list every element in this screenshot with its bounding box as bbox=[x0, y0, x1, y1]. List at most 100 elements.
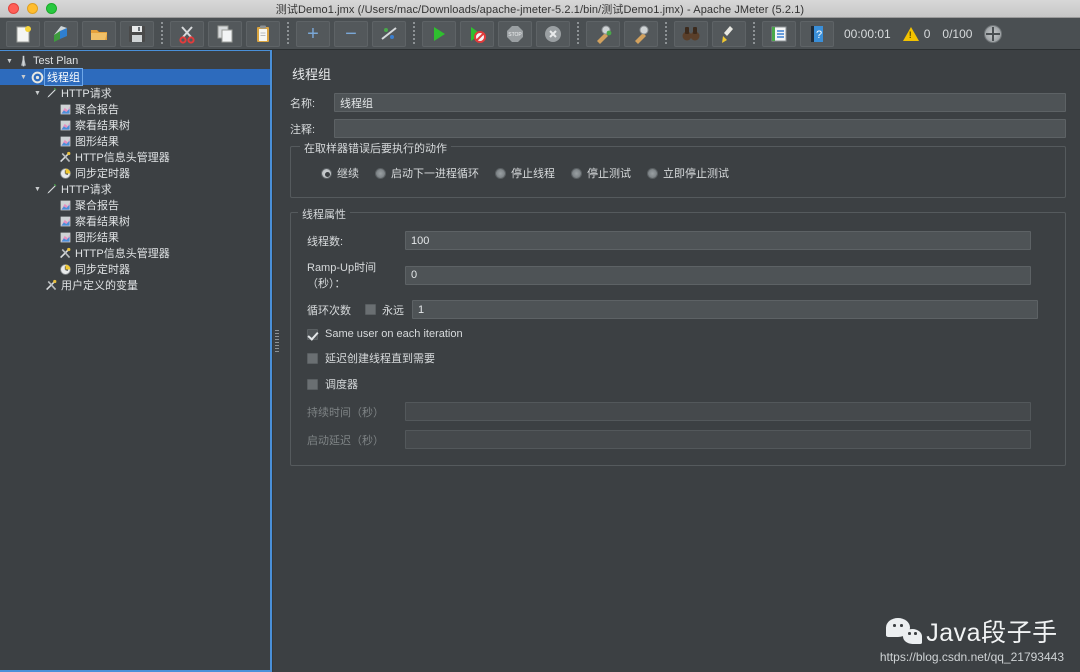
reset-search-button[interactable] bbox=[712, 20, 746, 47]
paste-button[interactable] bbox=[246, 20, 280, 47]
name-row: 名称: bbox=[290, 93, 1066, 112]
close-button[interactable] bbox=[8, 3, 19, 14]
error-action-option-0[interactable]: 继续 bbox=[321, 165, 359, 181]
tree-item-3[interactable]: 聚合报告 bbox=[0, 101, 270, 117]
tree-item-14[interactable]: 用户定义的变量 bbox=[0, 277, 270, 293]
search-button[interactable] bbox=[674, 20, 708, 47]
loop-count-input[interactable] bbox=[412, 300, 1038, 319]
tree-item-label: HTTP请求 bbox=[61, 88, 112, 100]
clear-button[interactable] bbox=[586, 20, 620, 47]
tree-item-12[interactable]: HTTP信息头管理器 bbox=[0, 245, 270, 261]
tree-item-7[interactable]: 同步定时器 bbox=[0, 165, 270, 181]
save-button[interactable] bbox=[120, 20, 154, 47]
elapsed-time: 00:00:01 bbox=[844, 26, 891, 41]
error-action-option-2[interactable]: 停止线程 bbox=[495, 165, 555, 181]
tree-item-label: 图形结果 bbox=[75, 136, 119, 148]
tree-item-11[interactable]: 图形结果 bbox=[0, 229, 270, 245]
aggregate-report-chart-icon bbox=[57, 199, 73, 212]
startup-delay-row: 启动延迟（秒） bbox=[295, 430, 1053, 449]
reset-gauge-icon[interactable] bbox=[984, 24, 1003, 43]
tree-item-label: 同步定时器 bbox=[75, 264, 130, 276]
start-button[interactable] bbox=[422, 20, 456, 47]
delay-thread-checkbox[interactable]: 延迟创建线程直到需要 bbox=[295, 350, 1053, 366]
tree-item-10[interactable]: 察看结果树 bbox=[0, 213, 270, 229]
user-defined-variables-tools-icon bbox=[43, 279, 59, 292]
tree-item-5[interactable]: 图形结果 bbox=[0, 133, 270, 149]
tree-twisty-icon[interactable]: ▼ bbox=[18, 74, 29, 81]
tree-item-2[interactable]: ▼ HTTP请求 bbox=[0, 85, 270, 101]
function-list-icon bbox=[771, 26, 787, 41]
tree-twisty-icon[interactable]: ▼ bbox=[4, 58, 15, 65]
tree-item-6[interactable]: HTTP信息头管理器 bbox=[0, 149, 270, 165]
tree-item-8[interactable]: ▼ HTTP请求 bbox=[0, 181, 270, 197]
tree-item-9[interactable]: 聚合报告 bbox=[0, 197, 270, 213]
open-button[interactable] bbox=[82, 20, 116, 47]
svg-text:?: ? bbox=[816, 29, 822, 41]
minimize-button[interactable] bbox=[27, 3, 38, 14]
start-no-pauses-button[interactable] bbox=[460, 20, 494, 47]
cut-button[interactable] bbox=[170, 20, 204, 47]
tree-item-0[interactable]: ▼ Test Plan bbox=[0, 53, 270, 69]
maximize-button[interactable] bbox=[46, 3, 57, 14]
scheduler-checkbox[interactable]: 调度器 bbox=[295, 376, 1053, 392]
new-button[interactable] bbox=[6, 20, 40, 47]
expand-all-button[interactable]: + bbox=[296, 20, 330, 47]
view-results-tree-chart-icon bbox=[57, 215, 73, 228]
splitter-grip[interactable] bbox=[275, 330, 279, 354]
clear-all-button[interactable] bbox=[624, 20, 658, 47]
copy-button[interactable] bbox=[208, 20, 242, 47]
open-folder-icon bbox=[91, 29, 107, 40]
error-action-option-label: 继续 bbox=[337, 168, 359, 180]
thread-group-editor: 线程组 名称: 注释: 在取样器错误后要执行的动作 继续 启动下一进程循环 停止线程… bbox=[280, 50, 1080, 672]
forever-checkbox[interactable]: 永远 bbox=[365, 302, 404, 318]
tree-item-13[interactable]: 同步定时器 bbox=[0, 261, 270, 277]
test-plan-tree[interactable]: ▼ Test Plan ▼ 线程组 ▼ HTTP请求 聚合报告 察看结果树 图形结果 HTTP信息… bbox=[0, 50, 272, 672]
sync-timer-clock-icon bbox=[57, 263, 73, 276]
toolbar-separator bbox=[753, 21, 755, 46]
warning-triangle-icon bbox=[902, 26, 919, 41]
num-threads-input[interactable] bbox=[405, 231, 1031, 250]
tree-item-1[interactable]: ▼ 线程组 bbox=[0, 68, 270, 86]
startup-delay-input[interactable] bbox=[405, 430, 1031, 449]
stop-button[interactable]: STOP bbox=[498, 20, 532, 47]
error-action-option-label: 立即停止测试 bbox=[663, 168, 729, 180]
http-request-pencil-icon bbox=[43, 183, 59, 196]
test-plan-icon bbox=[15, 55, 31, 68]
function-helper-button[interactable] bbox=[762, 20, 796, 47]
comment-input[interactable] bbox=[334, 119, 1066, 138]
duration-label: 持续时间（秒） bbox=[307, 406, 384, 419]
templates-button[interactable] bbox=[44, 20, 78, 47]
tree-item-label: 察看结果树 bbox=[75, 120, 130, 132]
pane-splitter[interactable] bbox=[272, 50, 280, 672]
tree-item-4[interactable]: 察看结果树 bbox=[0, 117, 270, 133]
duration-input[interactable] bbox=[405, 402, 1031, 421]
shutdown-button[interactable] bbox=[536, 20, 570, 47]
name-label: 名称: bbox=[290, 97, 316, 110]
scheduler-checkbox-box bbox=[307, 378, 318, 390]
name-input[interactable] bbox=[334, 93, 1066, 112]
main-toolbar: + − STOP ? 00:00:01 ! 0 0/100 bbox=[0, 18, 1080, 50]
collapse-all-button[interactable]: − bbox=[334, 20, 368, 47]
thread-properties-legend: 线程属性 bbox=[298, 206, 350, 222]
toggle-button[interactable] bbox=[372, 20, 406, 47]
window-controls bbox=[0, 3, 57, 14]
page-title: 线程组 bbox=[292, 67, 332, 82]
toolbar-separator bbox=[577, 21, 579, 46]
help-button[interactable]: ? bbox=[800, 20, 834, 47]
tree-item-label: HTTP请求 bbox=[61, 184, 112, 196]
thread-properties-group: 线程属性 线程数: Ramp-Up时间（秒）： 循环次数 永远 Same use bbox=[290, 206, 1066, 466]
toolbar-separator bbox=[413, 21, 415, 46]
ramp-up-label: Ramp-Up时间（秒）： bbox=[307, 262, 377, 290]
warning-indicator[interactable]: 0 bbox=[902, 26, 930, 41]
same-user-checkbox[interactable]: Same user on each iteration bbox=[295, 328, 1053, 340]
duration-row: 持续时间（秒） bbox=[295, 402, 1053, 421]
error-action-option-1[interactable]: 启动下一进程循环 bbox=[375, 165, 479, 181]
loop-count-label: 循环次数 bbox=[307, 304, 351, 317]
error-action-option-4[interactable]: 立即停止测试 bbox=[647, 165, 729, 181]
ramp-up-input[interactable] bbox=[405, 265, 1031, 285]
tree-item-label: 用户定义的变量 bbox=[61, 280, 138, 292]
tree-twisty-icon[interactable]: ▼ bbox=[32, 90, 43, 97]
error-action-option-3[interactable]: 停止测试 bbox=[571, 165, 631, 181]
tree-twisty-icon[interactable]: ▼ bbox=[32, 186, 43, 193]
view-results-tree-chart-icon bbox=[57, 119, 73, 132]
